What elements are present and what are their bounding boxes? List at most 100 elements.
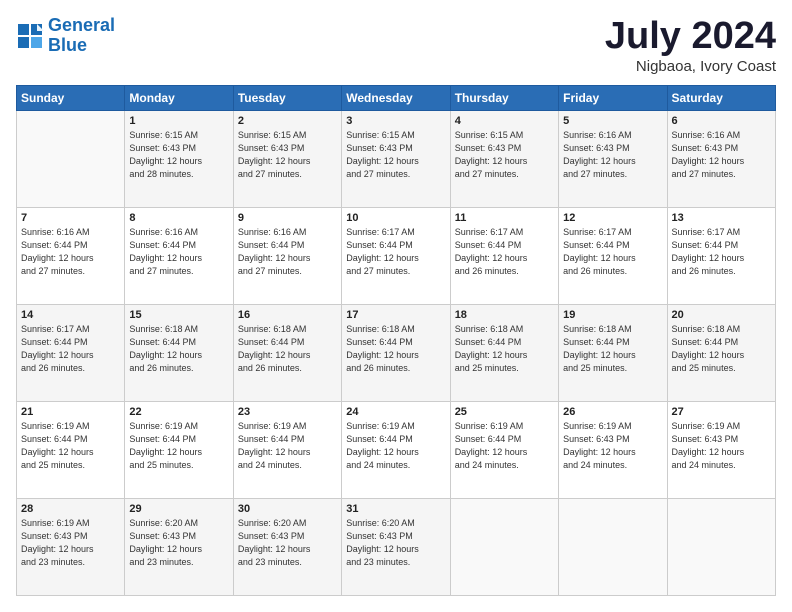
day-info: Sunrise: 6:16 AM Sunset: 6:44 PM Dayligh… <box>238 226 337 278</box>
table-row: 26Sunrise: 6:19 AM Sunset: 6:43 PM Dayli… <box>559 401 667 498</box>
table-row: 14 Sunrise: 6:17 AM Sunset: 6:44 PM Dayli… <box>17 304 125 401</box>
day-number: 20 <box>672 309 771 321</box>
table-row: 12Sunrise: 6:17 AM Sunset: 6:44 PM Dayli… <box>559 207 667 304</box>
header-friday: Friday <box>559 85 667 110</box>
table-row: 3 Sunrise: 6:15 AM Sunset: 6:43 PM Daylig… <box>342 110 450 207</box>
main-title: July 2024 <box>605 16 776 58</box>
day-info: Sunrise: 6:16 AM Sunset: 6:43 PM Dayligh… <box>563 129 662 181</box>
table-row: 2Sunrise: 6:15 AM Sunset: 6:43 PM Daylig… <box>233 110 341 207</box>
day-number: 25 <box>455 406 554 418</box>
day-info: Sunrise: 6:20 AM Sunset: 6:43 PM Dayligh… <box>129 517 228 569</box>
day-number: 31 <box>346 503 445 515</box>
table-row: 7 Sunrise: 6:16 AM Sunset: 6:44 PM Daylig… <box>17 207 125 304</box>
day-info: Sunrise: 6:19 AM Sunset: 6:44 PM Dayligh… <box>129 420 228 472</box>
header: General Blue July 2024 Nigbaoa, Ivory Co… <box>16 16 776 75</box>
table-row: 23 Sunrise: 6:19 AM Sunset: 6:44 PM Dayli… <box>233 401 341 498</box>
header-saturday: Saturday <box>667 85 775 110</box>
day-number: 19 <box>563 309 662 321</box>
table-row: 22 Sunrise: 6:19 AM Sunset: 6:44 PM Dayli… <box>125 401 233 498</box>
day-info: Sunrise: 6:15 AM Sunset: 6:43 PM Dayligh… <box>346 129 445 181</box>
logo-line2: Blue <box>48 35 87 55</box>
day-info: Sunrise: 6:19 AM Sunset: 6:43 PM Dayligh… <box>563 420 662 472</box>
day-info: Sunrise: 6:19 AM Sunset: 6:44 PM Dayligh… <box>455 420 554 472</box>
table-row: 5Sunrise: 6:16 AM Sunset: 6:43 PM Daylig… <box>559 110 667 207</box>
day-number: 8 <box>129 212 228 224</box>
day-info: Sunrise: 6:18 AM Sunset: 6:44 PM Dayligh… <box>672 323 771 375</box>
table-row: 28 Sunrise: 6:19 AM Sunset: 6:43 PM Dayli… <box>17 498 125 595</box>
calendar-week-row: 7 Sunrise: 6:16 AM Sunset: 6:44 PM Daylig… <box>17 207 776 304</box>
table-row: 29Sunrise: 6:20 AM Sunset: 6:43 PM Dayli… <box>125 498 233 595</box>
day-number: 3 <box>346 115 445 127</box>
day-info: Sunrise: 6:19 AM Sunset: 6:44 PM Dayligh… <box>21 420 120 472</box>
day-info: Sunrise: 6:19 AM Sunset: 6:43 PM Dayligh… <box>21 517 120 569</box>
day-number: 15 <box>129 309 228 321</box>
table-row: 21 Sunrise: 6:19 AM Sunset: 6:44 PM Dayli… <box>17 401 125 498</box>
day-info: Sunrise: 6:15 AM Sunset: 6:43 PM Dayligh… <box>455 129 554 181</box>
header-thursday: Thursday <box>450 85 558 110</box>
table-row: 25 Sunrise: 6:19 AM Sunset: 6:44 PM Dayli… <box>450 401 558 498</box>
table-row: 18 Sunrise: 6:18 AM Sunset: 6:44 PM Dayli… <box>450 304 558 401</box>
logo: General Blue <box>16 16 115 56</box>
day-number: 14 <box>21 309 120 321</box>
day-number: 18 <box>455 309 554 321</box>
day-info: Sunrise: 6:19 AM Sunset: 6:43 PM Dayligh… <box>672 420 771 472</box>
logo-line1: General <box>48 15 115 35</box>
logo-text: General Blue <box>48 16 115 56</box>
day-info: Sunrise: 6:19 AM Sunset: 6:44 PM Dayligh… <box>346 420 445 472</box>
table-row <box>17 110 125 207</box>
table-row: 13 Sunrise: 6:17 AM Sunset: 6:44 PM Dayli… <box>667 207 775 304</box>
calendar-week-row: 1Sunrise: 6:15 AM Sunset: 6:43 PM Daylig… <box>17 110 776 207</box>
day-number: 24 <box>346 406 445 418</box>
calendar-week-row: 28 Sunrise: 6:19 AM Sunset: 6:43 PM Dayli… <box>17 498 776 595</box>
day-info: Sunrise: 6:16 AM Sunset: 6:43 PM Dayligh… <box>672 129 771 181</box>
day-number: 11 <box>455 212 554 224</box>
day-info: Sunrise: 6:15 AM Sunset: 6:43 PM Dayligh… <box>129 129 228 181</box>
calendar-table: Sunday Monday Tuesday Wednesday Thursday… <box>16 85 776 596</box>
table-row <box>450 498 558 595</box>
day-number: 21 <box>21 406 120 418</box>
day-info: Sunrise: 6:16 AM Sunset: 6:44 PM Dayligh… <box>21 226 120 278</box>
day-number: 28 <box>21 503 120 515</box>
day-info: Sunrise: 6:17 AM Sunset: 6:44 PM Dayligh… <box>455 226 554 278</box>
table-row: 4Sunrise: 6:15 AM Sunset: 6:43 PM Daylig… <box>450 110 558 207</box>
day-number: 16 <box>238 309 337 321</box>
day-number: 7 <box>21 212 120 224</box>
table-row: 20 Sunrise: 6:18 AM Sunset: 6:44 PM Dayli… <box>667 304 775 401</box>
day-info: Sunrise: 6:18 AM Sunset: 6:44 PM Dayligh… <box>238 323 337 375</box>
table-row: 9 Sunrise: 6:16 AM Sunset: 6:44 PM Daylig… <box>233 207 341 304</box>
day-number: 17 <box>346 309 445 321</box>
table-row <box>559 498 667 595</box>
day-number: 9 <box>238 212 337 224</box>
day-info: Sunrise: 6:16 AM Sunset: 6:44 PM Dayligh… <box>129 226 228 278</box>
day-number: 13 <box>672 212 771 224</box>
day-info: Sunrise: 6:19 AM Sunset: 6:44 PM Dayligh… <box>238 420 337 472</box>
calendar-week-row: 14 Sunrise: 6:17 AM Sunset: 6:44 PM Dayli… <box>17 304 776 401</box>
table-row: 30Sunrise: 6:20 AM Sunset: 6:43 PM Dayli… <box>233 498 341 595</box>
table-row: 19Sunrise: 6:18 AM Sunset: 6:44 PM Dayli… <box>559 304 667 401</box>
page: General Blue July 2024 Nigbaoa, Ivory Co… <box>0 0 792 612</box>
header-wednesday: Wednesday <box>342 85 450 110</box>
table-row: 8 Sunrise: 6:16 AM Sunset: 6:44 PM Daylig… <box>125 207 233 304</box>
day-number: 22 <box>129 406 228 418</box>
table-row <box>667 498 775 595</box>
day-info: Sunrise: 6:17 AM Sunset: 6:44 PM Dayligh… <box>672 226 771 278</box>
day-info: Sunrise: 6:18 AM Sunset: 6:44 PM Dayligh… <box>455 323 554 375</box>
table-row: 17 Sunrise: 6:18 AM Sunset: 6:44 PM Dayli… <box>342 304 450 401</box>
day-info: Sunrise: 6:18 AM Sunset: 6:44 PM Dayligh… <box>129 323 228 375</box>
logo-icon <box>16 22 44 50</box>
day-info: Sunrise: 6:17 AM Sunset: 6:44 PM Dayligh… <box>346 226 445 278</box>
day-info: Sunrise: 6:17 AM Sunset: 6:44 PM Dayligh… <box>21 323 120 375</box>
day-info: Sunrise: 6:18 AM Sunset: 6:44 PM Dayligh… <box>346 323 445 375</box>
day-info: Sunrise: 6:20 AM Sunset: 6:43 PM Dayligh… <box>238 517 337 569</box>
table-row: 11 Sunrise: 6:17 AM Sunset: 6:44 PM Dayli… <box>450 207 558 304</box>
day-info: Sunrise: 6:15 AM Sunset: 6:43 PM Dayligh… <box>238 129 337 181</box>
day-number: 23 <box>238 406 337 418</box>
table-row: 31Sunrise: 6:20 AM Sunset: 6:43 PM Dayli… <box>342 498 450 595</box>
table-row: 27Sunrise: 6:19 AM Sunset: 6:43 PM Dayli… <box>667 401 775 498</box>
table-row: 24 Sunrise: 6:19 AM Sunset: 6:44 PM Dayli… <box>342 401 450 498</box>
table-row: 15 Sunrise: 6:18 AM Sunset: 6:44 PM Dayli… <box>125 304 233 401</box>
table-row: 1Sunrise: 6:15 AM Sunset: 6:43 PM Daylig… <box>125 110 233 207</box>
table-row: 6Sunrise: 6:16 AM Sunset: 6:43 PM Daylig… <box>667 110 775 207</box>
location: Nigbaoa, Ivory Coast <box>605 58 776 75</box>
calendar-week-row: 21 Sunrise: 6:19 AM Sunset: 6:44 PM Dayli… <box>17 401 776 498</box>
